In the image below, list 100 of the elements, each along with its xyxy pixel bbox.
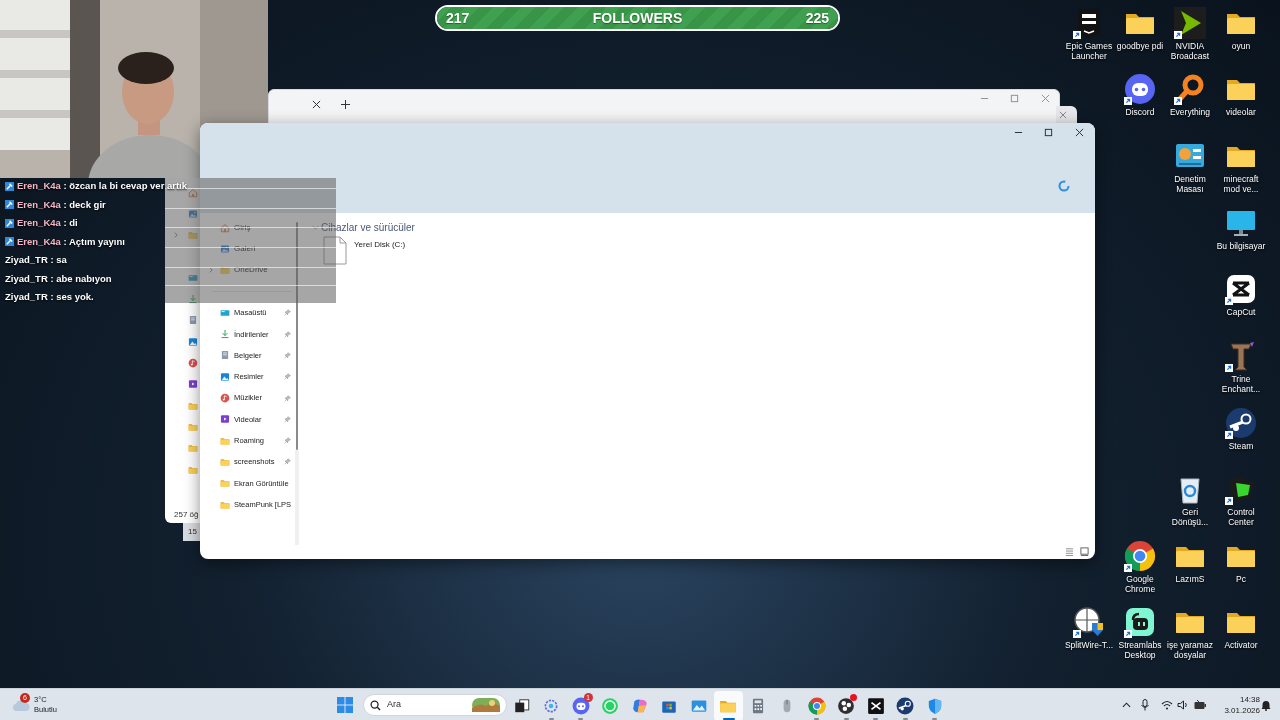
goal-label: FOLLOWERS: [592, 8, 683, 28]
desktop-shortcut[interactable]: LazımS: [1165, 540, 1215, 584]
browser-logo-icon: [807, 696, 826, 715]
status-text: 15: [188, 526, 197, 538]
search-input[interactable]: Ara: [387, 698, 472, 712]
chevron-up-icon[interactable]: [1121, 702, 1131, 708]
sidebar-item[interactable]: OneDrive: [200, 259, 300, 281]
app-logo-icon: [1174, 7, 1206, 39]
app-logo-icon: [1225, 407, 1257, 439]
home-icon: [188, 187, 198, 198]
chat-message: Ziyad_TR : ses yok.: [5, 290, 94, 305]
chat-message: Eren_K4a : deck gir: [17, 197, 106, 212]
microphone-icon[interactable]: [1141, 699, 1149, 711]
app-logo-icon: [1124, 606, 1156, 638]
cloud-icon: [10, 698, 30, 712]
tiles-view-icon[interactable]: [1080, 547, 1089, 556]
folder-icon: [188, 400, 198, 411]
desktop-icon: [188, 272, 198, 283]
status-text: 257 öğ: [174, 509, 199, 521]
app-logo-icon: [1225, 273, 1257, 305]
folder-icon: [220, 456, 230, 467]
video-icon: [188, 379, 198, 390]
sidebar-item[interactable]: Giriş: [200, 217, 300, 239]
desktop-shortcut[interactable]: Geri Dönüşü...: [1165, 473, 1215, 527]
folder-icon: [220, 499, 230, 510]
desktop-shortcut[interactable]: SplitWire-T...: [1061, 606, 1117, 650]
chat-app-icon: [601, 696, 620, 715]
notification-bell-icon[interactable]: [1261, 699, 1271, 711]
desktop-shortcut[interactable]: Steam: [1216, 407, 1266, 451]
music-icon: [188, 358, 198, 368]
clock[interactable]: 14:38 3.01.2026: [1220, 694, 1260, 716]
chat-app-icon: [1124, 73, 1156, 105]
desktop-shortcut[interactable]: Trine Enchant...: [1216, 340, 1266, 394]
desktop-shortcut[interactable]: Activator: [1216, 606, 1266, 650]
home-icon: [220, 222, 230, 233]
section-header[interactable]: Cihazlar ve sürücüler: [312, 220, 1095, 235]
search-bar[interactable]: Ara: [363, 694, 507, 716]
desktop-shortcut[interactable]: Discord: [1115, 73, 1165, 117]
windows-logo-icon: [337, 697, 353, 713]
desktop-shortcut[interactable]: Google Chrome: [1115, 540, 1165, 594]
battery-icon[interactable]: [1194, 700, 1206, 710]
sidebar-item[interactable]: Galeri: [200, 238, 300, 260]
maximize-icon[interactable]: [1044, 128, 1053, 137]
chat-message: Eren_K4a : di: [17, 216, 78, 231]
folder-icon: [188, 443, 198, 454]
chat-app-icon: [571, 696, 590, 715]
desktop-shortcut[interactable]: Streamlabs Desktop: [1115, 606, 1165, 660]
desktop-shortcut[interactable]: Epic Games Launcher: [1061, 7, 1117, 61]
desktop-shortcut[interactable]: videolar: [1216, 73, 1266, 117]
drive-icon: [323, 236, 347, 265]
desktop-shortcut[interactable]: minecraft mod ve...: [1216, 140, 1266, 194]
gallery-icon: [220, 243, 230, 254]
wifi-icon[interactable]: [1161, 700, 1173, 710]
pictures-icon: [220, 371, 230, 382]
desktop-shortcut[interactable]: oyun: [1216, 7, 1266, 51]
folder-icon: [220, 265, 230, 276]
globe-icon: [1073, 606, 1105, 638]
speaker-icon[interactable]: [1176, 700, 1188, 710]
chevron-icon[interactable]: [208, 267, 214, 274]
desktop-shortcut[interactable]: Bu bilgisayar: [1216, 207, 1266, 251]
desktop-shortcut[interactable]: goodbye pdi: [1115, 7, 1165, 51]
folder-icon: [220, 435, 230, 446]
new-tab-icon[interactable]: [341, 100, 350, 109]
browser-logo-icon: [1124, 540, 1156, 572]
app-logo-icon: [896, 696, 915, 715]
close-tab-icon[interactable]: [312, 100, 321, 109]
desktop-shortcut[interactable]: işe yaramaz dosyalar: [1165, 606, 1215, 660]
desktop-shortcut[interactable]: Pc: [1216, 540, 1266, 584]
download-icon: [220, 329, 230, 340]
music-icon: [220, 393, 230, 403]
desktop-shortcut[interactable]: Everything: [1165, 73, 1215, 117]
desktop-shortcut[interactable]: Denetim Masası: [1165, 140, 1215, 194]
recorder-icon: [837, 696, 856, 715]
list-view-icon[interactable]: [1065, 547, 1074, 556]
folder-icon: [188, 230, 198, 241]
document-icon: [188, 315, 198, 326]
goal-target: 225: [805, 8, 829, 28]
download-icon: [188, 294, 198, 305]
follower-count: 217: [446, 8, 470, 28]
video-icon: [220, 414, 230, 425]
folder-icon: [188, 421, 198, 432]
chat-message: Ziyad_TR : abe nabıyon: [5, 271, 112, 286]
desktop-icon: [220, 307, 230, 318]
close-icon[interactable]: [1075, 128, 1084, 137]
desktop-shortcut[interactable]: CapCut: [1216, 273, 1266, 317]
search-icon: [370, 699, 381, 711]
folder-icon: [188, 464, 198, 475]
desktop-shortcut[interactable]: NVIDIA Broadcast: [1165, 7, 1215, 61]
drive-item[interactable]: Yerel Disk (C:): [323, 236, 1095, 265]
pictures-icon: [188, 336, 198, 347]
chat-message: Eren_K4a : Açtım yayını: [17, 234, 125, 249]
chat-message: Ziyad_TR : sa: [5, 253, 67, 268]
scrollbar[interactable]: [296, 222, 298, 450]
desktop-shortcut[interactable]: Control Center: [1216, 473, 1266, 527]
app-logo-icon: [866, 696, 885, 715]
document-icon: [220, 350, 230, 361]
gallery-icon: [188, 208, 198, 219]
search-highlight-icon: [472, 698, 500, 712]
task-view-icon: [512, 696, 531, 715]
folder-icon: [220, 478, 230, 489]
